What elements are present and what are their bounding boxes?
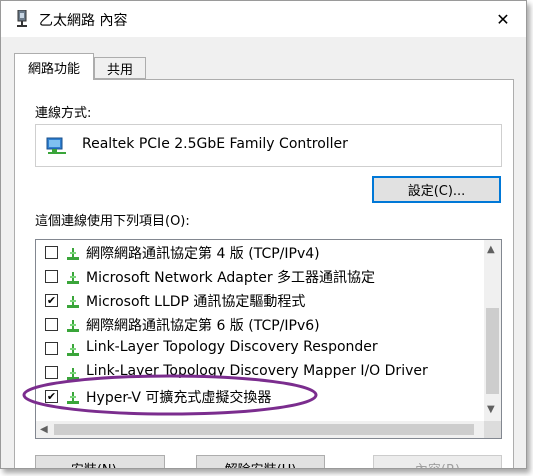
tab-networking[interactable]: 網路功能 [14,53,94,80]
network-component-icon [67,392,79,404]
item-label: Microsoft Network Adapter 多工器通訊協定 [86,270,376,286]
list-item[interactable]: ✔ Hyper-V 可擴充式虛擬交換器 [36,385,476,409]
list-item[interactable]: Link-Layer Topology Discovery Responder [36,337,476,361]
scroll-down-icon[interactable]: ▼ [487,404,495,415]
properties-dialog: 乙太網路 內容 ✕ 網路功能 共用 連線方式: Realtek PCIe 2.5… [0,0,527,469]
items-label: 這個連線使用下列項目(O): [35,214,190,229]
title-bar: 乙太網路 內容 ✕ [1,1,526,37]
network-adapter-icon [17,10,27,27]
list-item[interactable]: 網際網路通訊協定第 4 版 (TCP/IPv4) [36,241,476,265]
item-checkbox[interactable] [45,246,58,259]
list-item[interactable]: 網際網路通訊協定第 6 版 (TCP/IPv6) [36,313,476,337]
item-checkbox[interactable]: ✔ [45,294,58,307]
horizontal-scrollbar[interactable]: ◀ ▶ [36,421,501,438]
vertical-scrollbar[interactable]: ▲ ▼ [484,240,501,421]
network-component-icon [67,248,79,260]
configure-button[interactable]: 設定(C)... [372,176,501,203]
scroll-left-icon[interactable]: ◀ [40,424,48,435]
adapter-name: Realtek PCIe 2.5GbE Family Controller [82,136,348,152]
item-checkbox[interactable]: ✔ [45,390,58,403]
item-label: Hyper-V 可擴充式虛擬交換器 [86,390,272,406]
horizontal-scroll-thumb[interactable] [54,424,474,435]
close-icon: ✕ [496,9,510,29]
item-checkbox[interactable] [45,270,58,283]
item-label: Link-Layer Topology Discovery Responder [86,339,378,355]
properties-button[interactable]: 內容(R) [373,455,502,468]
networking-panel: 連線方式: Realtek PCIe 2.5GbE Family Control… [14,79,514,468]
item-label: Microsoft LLDP 通訊協定驅動程式 [86,294,306,310]
adapter-display: Realtek PCIe 2.5GbE Family Controller [35,124,502,167]
connect-using-label: 連線方式: [35,106,92,121]
list-item[interactable]: ✔ Microsoft LLDP 通訊協定驅動程式 [36,289,476,313]
vertical-scroll-thumb[interactable] [486,308,499,394]
items-listbox[interactable]: 網際網路通訊協定第 4 版 (TCP/IPv4) Microsoft Netwo… [35,239,502,439]
close-button[interactable]: ✕ [480,1,526,37]
scrollbar-corner [484,421,501,438]
item-label: 網際網路通訊協定第 4 版 (TCP/IPv4) [86,246,320,262]
item-checkbox[interactable] [45,366,58,379]
network-component-icon [67,296,79,308]
item-label: 網際網路通訊協定第 6 版 (TCP/IPv6) [86,318,320,334]
list-item[interactable]: Microsoft Network Adapter 多工器通訊協定 [36,265,476,289]
scroll-up-icon[interactable]: ▲ [487,244,495,255]
window-title: 乙太網路 內容 [39,13,128,29]
network-component-icon [67,344,79,356]
list-item[interactable]: Link-Layer Topology Discovery Mapper I/O… [36,361,476,385]
item-checkbox[interactable] [45,318,58,331]
item-label: Link-Layer Topology Discovery Mapper I/O… [86,363,428,379]
install-button[interactable]: 安裝(N)... [35,455,165,468]
network-component-icon [67,368,79,380]
network-card-icon [46,137,66,154]
uninstall-button[interactable]: 解除安裝(U) [196,455,325,468]
network-component-icon [67,320,79,332]
item-checkbox[interactable] [45,342,58,355]
network-component-icon [67,272,79,284]
tab-sharing[interactable]: 共用 [94,57,146,79]
